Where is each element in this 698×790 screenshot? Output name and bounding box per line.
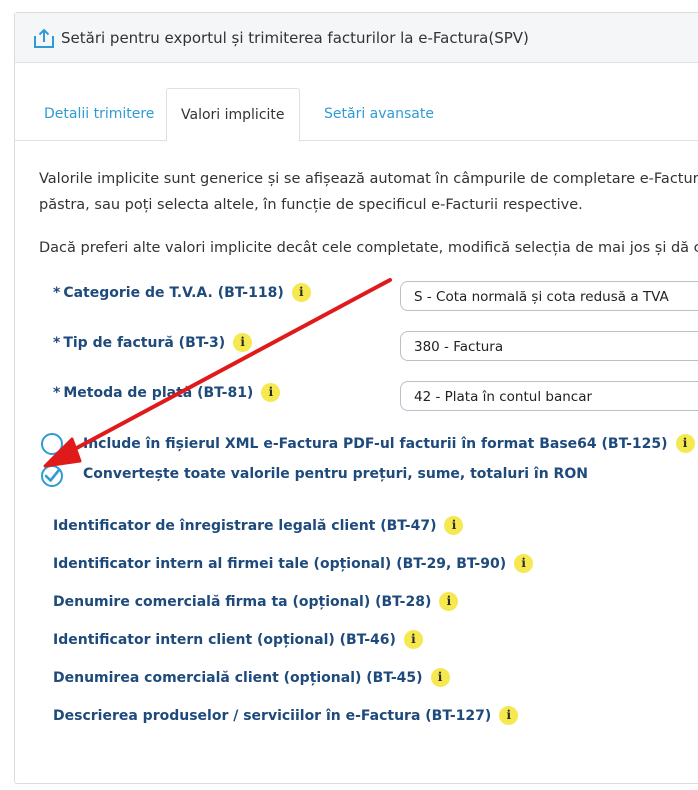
- panel-title: Setări pentru exportul și trimiterea fac…: [61, 29, 529, 47]
- info-icon[interactable]: i: [444, 516, 464, 535]
- vat-category-label-text: Categorie de T.V.A. (BT-118): [63, 285, 284, 301]
- link-commercial-name-client[interactable]: Denumirea comercială client (opțional) (…: [53, 668, 450, 687]
- link-text[interactable]: Denumirea comercială client (opțional) (…: [53, 670, 423, 686]
- invoice-type-select[interactable]: 380 - Factura: [400, 331, 698, 361]
- payment-method-select[interactable]: 42 - Plata în contul bancar: [400, 381, 698, 411]
- invoice-type-label: * Tip de factură (BT-3) i: [53, 333, 253, 352]
- info-icon[interactable]: i: [261, 383, 281, 402]
- upload-icon: [34, 28, 54, 48]
- vat-category-select[interactable]: S - Cota normală și cota redusă a TVA: [400, 281, 698, 311]
- info-icon[interactable]: i: [403, 630, 423, 649]
- intro-text-line-3: Dacă preferi alte valori implicite decât…: [39, 240, 698, 256]
- vat-category-label: * Categorie de T.V.A. (BT-118) i: [53, 283, 311, 302]
- checkmark-icon: [44, 468, 61, 482]
- link-text[interactable]: Denumire comercială firma ta (opțional) …: [53, 594, 431, 610]
- link-text[interactable]: Descrierea produselor / serviciilor în e…: [53, 708, 491, 724]
- required-mark: *: [53, 285, 61, 301]
- panel-header: Setări pentru exportul și trimiterea fac…: [15, 13, 698, 63]
- link-products-description[interactable]: Descrierea produselor / serviciilor în e…: [53, 706, 519, 725]
- link-internal-identifier-client[interactable]: Identificator intern client (opțional) (…: [53, 630, 423, 649]
- settings-panel: Setări pentru exportul și trimiterea fac…: [14, 12, 698, 784]
- convert-ron-radio[interactable]: [41, 465, 63, 487]
- invoice-type-label-text: Tip de factură (BT-3): [63, 335, 226, 351]
- info-icon[interactable]: i: [430, 668, 450, 687]
- link-internal-identifier-firm[interactable]: Identificator intern al firmei tale (opț…: [53, 554, 534, 573]
- required-mark: *: [53, 385, 61, 401]
- include-pdf-label: Include în fișierul XML e-Factura PDF-ul…: [83, 434, 695, 453]
- intro-text-line-1: Valorile implicite sunt generice și se a…: [39, 171, 698, 187]
- convert-ron-label: Convertește toate valorile pentru prețur…: [83, 466, 588, 482]
- link-legal-identifier[interactable]: Identificator de înregistrare legală cli…: [53, 516, 464, 535]
- info-icon[interactable]: i: [439, 592, 459, 611]
- info-icon[interactable]: i: [514, 554, 534, 573]
- link-text[interactable]: Identificator intern client (opțional) (…: [53, 632, 396, 648]
- intro-text-line-2: păstra, sau poți selecta altele, în func…: [39, 197, 583, 213]
- info-icon[interactable]: i: [233, 333, 253, 352]
- include-pdf-label-text: Include în fișierul XML e-Factura PDF-ul…: [83, 436, 668, 452]
- tab-setari-avansate[interactable]: Setări avansate: [310, 88, 448, 139]
- link-text[interactable]: Identificator intern al firmei tale (opț…: [53, 556, 506, 572]
- link-commercial-name-firm[interactable]: Denumire comercială firma ta (opțional) …: [53, 592, 459, 611]
- payment-method-label-text: Metoda de plată (BT-81): [63, 385, 254, 401]
- tab-valori-implicite[interactable]: Valori implicite: [166, 88, 300, 142]
- info-icon[interactable]: i: [675, 434, 695, 453]
- info-icon[interactable]: i: [291, 283, 311, 302]
- include-pdf-radio[interactable]: [41, 433, 63, 455]
- payment-method-label: * Metoda de plată (BT-81) i: [53, 383, 281, 402]
- link-text[interactable]: Identificator de înregistrare legală cli…: [53, 518, 436, 534]
- required-mark: *: [53, 335, 61, 351]
- tab-bar: Detalii trimitere Valori implicite Setăr…: [15, 88, 698, 142]
- tab-detalii-trimitere[interactable]: Detalii trimitere: [30, 88, 168, 139]
- info-icon[interactable]: i: [499, 706, 519, 725]
